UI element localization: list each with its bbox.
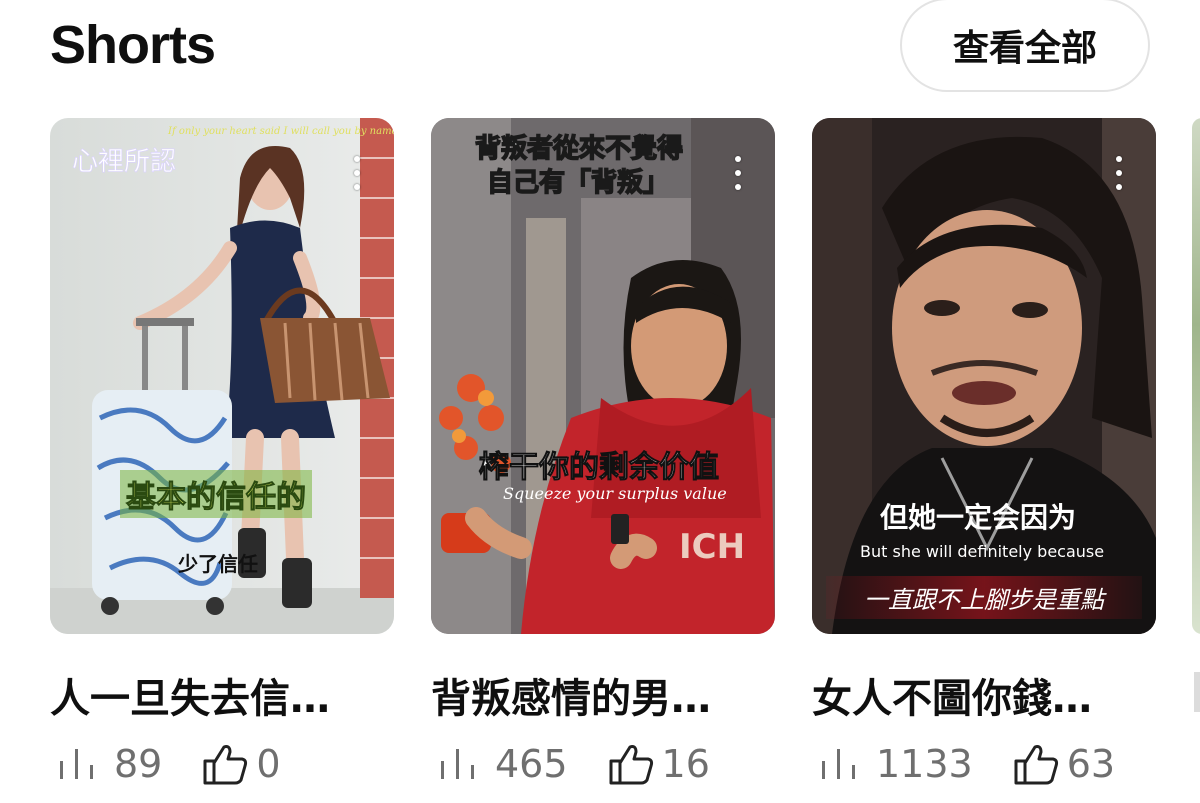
short-card-2[interactable]: ICH 背叛者從來不覺得 自己有「背叛」 榨干你的剩余价值 Squeeze yo…	[431, 118, 775, 634]
overlay-top-line2: 自己有「背叛」	[486, 167, 670, 199]
overlay-subcaption: 少了信任	[178, 552, 258, 576]
views-count: 465	[495, 742, 568, 786]
more-vert-icon[interactable]	[735, 156, 741, 190]
short-title-2[interactable]: 背叛感情的男…	[431, 666, 781, 724]
svg-text:ICH: ICH	[679, 527, 745, 567]
svg-text:If only your heart said I will: If only your heart said I will call you …	[167, 126, 394, 137]
overlay-subcaption: But she will definitely because	[860, 542, 1105, 561]
views-bar-icon	[441, 749, 474, 779]
overlay-script-text: 一直跟不上腳步是重點	[826, 576, 1142, 619]
short-stats-2: 465 16	[439, 740, 710, 788]
views-count: 1133	[876, 742, 973, 786]
short-card-3[interactable]: 但她一定会因为 But she will definitely because …	[812, 118, 1156, 634]
views-bar-icon	[822, 749, 855, 779]
likes-count: 0	[256, 742, 281, 786]
short-card-peek[interactable]	[1192, 118, 1200, 634]
thumbs-up-icon[interactable]	[202, 743, 248, 785]
section-title: Shorts	[50, 15, 216, 75]
more-vert-icon[interactable]	[354, 156, 360, 190]
overlay-top-line1: 背叛者從來不覺得	[474, 133, 684, 165]
overlay-caption: 基本的信任的	[120, 470, 312, 518]
views-count: 89	[114, 742, 163, 786]
overlay-caption: 但她一定会因为	[880, 501, 1077, 534]
short-stats-1: 89 0	[58, 740, 281, 788]
overlay-caption: 榨干你的剩余价值	[479, 450, 720, 486]
likes-count: 63	[1066, 742, 1116, 786]
short-title-1[interactable]: 人一旦失去信…	[50, 666, 400, 724]
short-title-3[interactable]: 女人不圖你錢…	[812, 666, 1162, 724]
views-bar-icon	[60, 749, 93, 779]
more-vert-icon[interactable]	[1116, 156, 1122, 190]
short-stats-3: 1133 63	[820, 740, 1115, 788]
view-all-button[interactable]: 查看全部	[900, 0, 1150, 92]
short-title-peek	[1194, 672, 1200, 712]
thumbs-up-icon[interactable]	[608, 743, 654, 785]
overlay-top-text: 心裡所認	[72, 147, 176, 177]
short-card-1[interactable]: 心裡所認 If only your heart said I will call…	[50, 118, 394, 634]
likes-count: 16	[661, 742, 710, 786]
thumbs-up-icon[interactable]	[1013, 743, 1059, 785]
overlay-subcaption: Squeeze your surplus value	[503, 484, 727, 503]
